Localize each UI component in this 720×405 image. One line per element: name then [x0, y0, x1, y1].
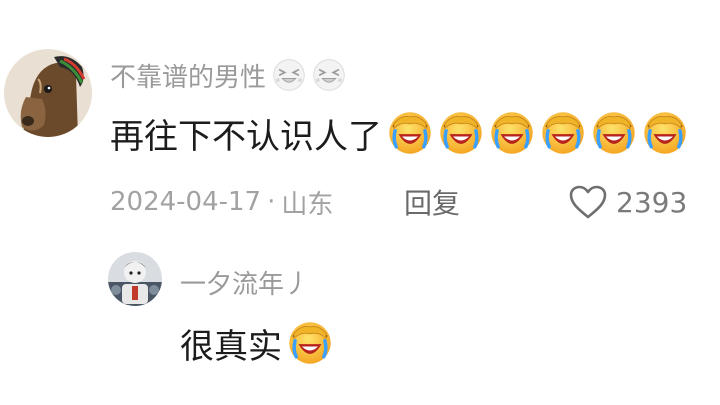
facepalm-laugh-emoji — [642, 110, 688, 156]
comment-text-body: 再往下不认识人了 — [110, 116, 382, 157]
commenter-name[interactable]: 不靠谱的男性 — [110, 55, 346, 95]
facepalm-laugh-emoji — [387, 110, 433, 156]
facepalm-laugh-emoji — [287, 320, 333, 366]
reply-button[interactable]: 回复 — [404, 180, 460, 224]
reply-avatar[interactable] — [108, 252, 162, 306]
facepalm-laugh-emoji — [438, 110, 484, 156]
facepalm-laugh-emoji — [540, 110, 586, 156]
like-button[interactable]: 2393 — [568, 180, 687, 224]
comment-meta: 2024-04-17 · 山东 — [110, 180, 333, 224]
comment-location: 山东 — [281, 189, 334, 220]
comment-date: 2024-04-17 — [110, 187, 262, 217]
heart-outline-icon[interactable] — [568, 184, 608, 220]
commenter-avatar[interactable] — [4, 49, 92, 137]
comment-text: 再往下不认识人了 — [110, 110, 688, 157]
like-count: 2393 — [616, 185, 688, 219]
comment-thread: 不靠谱的男性 再往下不认识人了 2024-04-17 · 山东 回复 2393 — [0, 0, 720, 405]
horse-avatar-icon — [4, 49, 92, 137]
meta-separator: · — [267, 187, 276, 217]
commenter-name-text[interactable]: 不靠谱的男性 — [110, 57, 266, 94]
reply-text-body: 很真实 — [180, 326, 282, 367]
reply-author-name[interactable]: 一夕流年丿 — [180, 262, 310, 302]
reply-text: 很真实 — [180, 320, 333, 367]
character-avatar-icon — [108, 252, 162, 306]
facepalm-laugh-emoji — [489, 110, 535, 156]
facepalm-laugh-emoji — [591, 110, 637, 156]
squint-laugh-emoji — [272, 58, 306, 92]
squint-laugh-emoji — [312, 58, 346, 92]
